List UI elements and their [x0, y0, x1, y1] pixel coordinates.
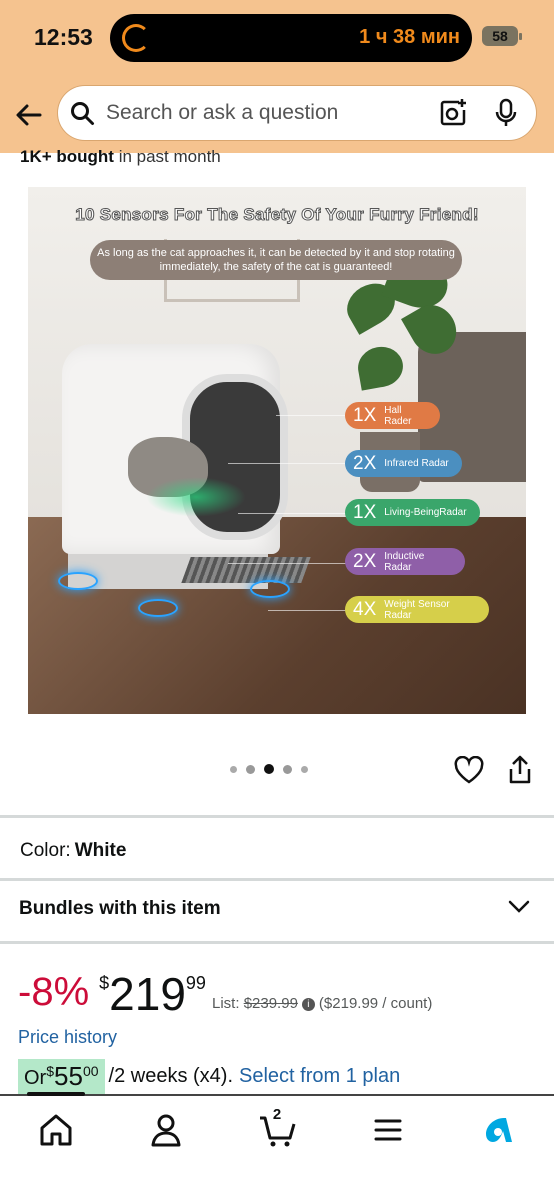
account-icon[interactable] [146, 1110, 186, 1150]
info-icon[interactable]: i [301, 997, 315, 1011]
price-whole: 219 [109, 968, 186, 1020]
bought-count: 1K+ bought in past month [20, 147, 221, 166]
header: 12:53 1 ч 38 мин 58 1K+ bought in past m… [0, 0, 554, 166]
divider [0, 815, 554, 818]
product-image[interactable]: 10 Sensors For The Safety Of Your Furry … [28, 187, 526, 714]
installment-badge: Or $ 55 00 [18, 1059, 105, 1094]
bottom-tab-bar: 2 [0, 1092, 554, 1202]
sensor-tag-weight: 4X Weight Sensor Radar [345, 596, 489, 623]
price-fraction: 99 [185, 973, 206, 993]
chevron-down-icon[interactable] [508, 900, 530, 914]
divider [0, 941, 554, 944]
installment-plan: Or $ 55 00 /2 weeks (x4). Select from 1 … [18, 1059, 400, 1094]
page-dot[interactable] [230, 765, 237, 773]
battery-indicator: 58 [482, 26, 522, 46]
bundles-row-label[interactable]: Bundles with this item [19, 898, 221, 920]
back-arrow-icon[interactable] [14, 100, 44, 130]
sensor-tag-infrared: 2X Infrared Radar [345, 450, 462, 477]
sensor-tag-hall: 1X Hall Rader [345, 402, 440, 429]
timer-icon [122, 24, 150, 52]
discount-percent: -8% [18, 970, 90, 1014]
color-selector[interactable]: Color: White [20, 840, 126, 862]
page-dot[interactable] [283, 764, 292, 774]
select-plan-link[interactable]: Select from 1 plan [239, 1065, 400, 1088]
page-dot[interactable] [246, 764, 255, 774]
heart-icon[interactable] [454, 756, 484, 784]
page-dot[interactable] [301, 765, 308, 773]
microphone-icon[interactable] [492, 98, 520, 128]
camera-search-icon[interactable] [438, 98, 468, 128]
page-dot-active[interactable] [264, 764, 274, 774]
search-bar[interactable] [58, 86, 536, 140]
divider [0, 878, 554, 881]
search-input[interactable] [106, 101, 406, 125]
share-icon[interactable] [508, 755, 532, 785]
sensor-tag-living-being: 1X Living-BeingRadar [345, 499, 480, 526]
menu-icon[interactable] [368, 1110, 408, 1150]
price-block: -8% $ 219 99 [18, 968, 206, 1020]
active-tab-indicator [27, 1092, 85, 1096]
home-icon[interactable] [36, 1110, 76, 1150]
price-history-link[interactable]: Price history [18, 1027, 117, 1048]
sensor-glow [250, 580, 290, 598]
timer-text: 1 ч 38 мин [359, 26, 460, 48]
cart-tab[interactable]: 2 [258, 1106, 298, 1150]
price-currency: $ [99, 973, 110, 993]
image-headline: 10 Sensors For The Safety Of Your Furry … [75, 205, 479, 225]
rufus-ai-icon[interactable] [478, 1110, 518, 1150]
list-price: List: $239.99 i ($219.99 / count) [212, 995, 433, 1012]
image-pagination[interactable] [230, 764, 308, 774]
sensor-tag-inductive: 2X Inductive Radar [345, 548, 465, 575]
sensor-glow [138, 599, 178, 617]
image-subhead: As long as the cat approaches it, it can… [90, 240, 462, 280]
search-icon [71, 102, 94, 125]
cart-count: 2 [272, 1106, 282, 1123]
dynamic-island[interactable]: 1 ч 38 мин [110, 14, 472, 62]
status-time: 12:53 [34, 24, 93, 50]
installment-terms: /2 weeks (x4). [108, 1065, 233, 1087]
sensor-glow [58, 572, 98, 590]
